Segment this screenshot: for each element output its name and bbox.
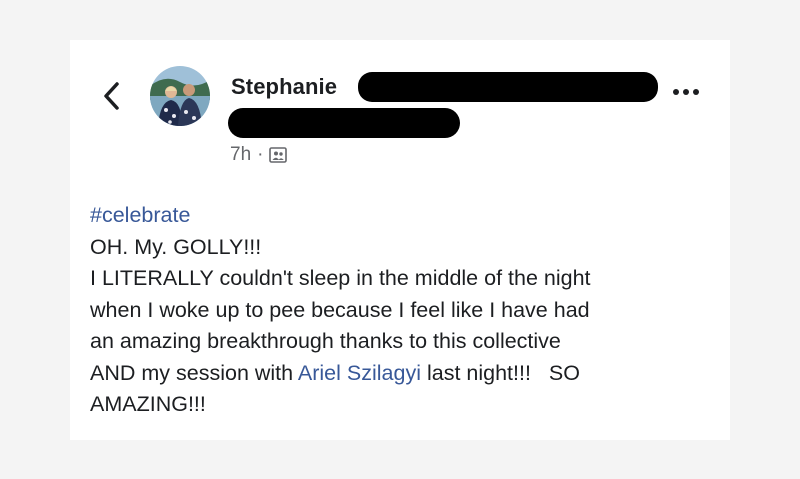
post-text: #celebrate OH. My. GOLLY!!! I LITERALLY … <box>90 200 710 421</box>
more-dot-icon <box>683 89 689 95</box>
author-name[interactable]: Stephanie <box>231 74 337 100</box>
hashtag-link[interactable]: #celebrate <box>90 203 190 227</box>
more-dot-icon <box>693 89 699 95</box>
mention-link[interactable]: Ariel Szilagyi <box>298 361 421 385</box>
post-line: an amazing breakthrough thanks to this c… <box>90 329 561 353</box>
redacted-surname <box>358 72 658 102</box>
post-line-suffix: last night!!! SO <box>420 360 580 385</box>
post-line: when I woke up to pee because I feel lik… <box>90 297 590 322</box>
post-line: I LITERALLY couldn't sleep in the middle… <box>90 266 591 290</box>
post-meta: 7h · <box>230 144 288 166</box>
post-line: OH. My. GOLLY!!! <box>90 234 262 259</box>
meta-separator: · <box>257 144 264 165</box>
avatar[interactable] <box>150 66 210 126</box>
avatar-photo <box>150 66 210 126</box>
more-dot-icon <box>673 89 679 95</box>
post-line-mention: AND my session with Ariel Szilagyi last … <box>90 358 710 390</box>
post-timestamp[interactable]: 7h <box>230 144 251 166</box>
chevron-left-icon <box>104 82 119 110</box>
post-line-prefix: AND my session with <box>90 360 298 385</box>
redacted-subtitle <box>228 108 460 138</box>
post-line: AMAZING!!! <box>90 392 206 416</box>
back-button[interactable] <box>96 76 126 116</box>
more-options-button[interactable] <box>668 80 704 104</box>
friends-icon <box>269 147 288 163</box>
post-card: Stephanie 7h · #celebrate OH. My. GOLLY!… <box>70 40 730 440</box>
